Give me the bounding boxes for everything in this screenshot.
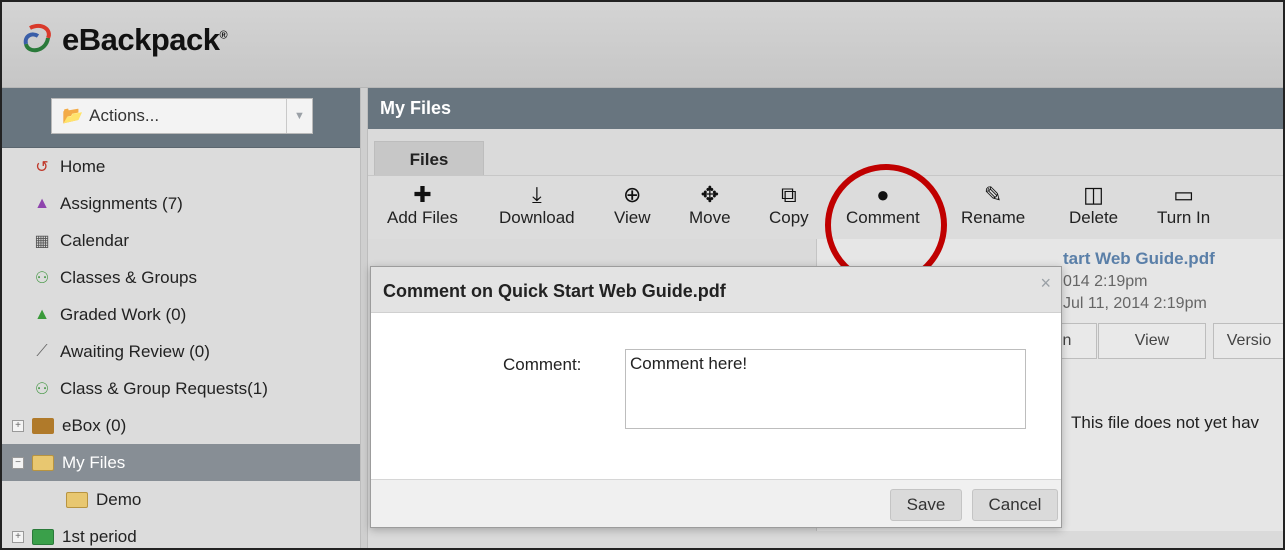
detail-created: 014 2:19pm	[1063, 273, 1148, 290]
expand-icon[interactable]: +	[12, 530, 24, 543]
dialog-header: Comment on Quick Start Web Guide.pdf ×	[371, 267, 1061, 313]
download-button[interactable]: ⤓ Download	[499, 182, 575, 228]
app-header: eBackpack®	[2, 2, 1283, 88]
actions-dropdown[interactable]: 📂 Actions... ▼	[51, 98, 313, 134]
tab-files[interactable]: Files	[374, 141, 484, 177]
tab-versions[interactable]: Versio	[1213, 323, 1283, 359]
save-button[interactable]: Save	[890, 489, 962, 521]
dialog-body: Comment: Comment here!	[371, 313, 1061, 481]
view-button[interactable]: ⊕ View	[614, 182, 651, 228]
plus-icon: ✚	[413, 182, 432, 207]
folder-icon	[66, 491, 88, 508]
move-icon: ✥	[700, 182, 719, 207]
sidebar-item-1st-period[interactable]: + 1st period	[2, 518, 360, 548]
copy-button[interactable]: ⧉ Copy	[769, 182, 809, 228]
sidebar-item-classes-groups[interactable]: ⚇ Classes & Groups	[2, 259, 360, 296]
sidebar-item-my-files[interactable]: − My Files	[2, 444, 360, 481]
sidebar: 📂 Actions... ▼ ↺ Home ▲ Assignments (7) …	[2, 88, 360, 548]
requests-icon: ⚇	[34, 380, 50, 398]
paperclip-icon: ⟋	[36, 342, 48, 360]
sidebar-top-bar: 📂 Actions... ▼	[2, 88, 360, 148]
dialog-footer: Save Cancel	[371, 479, 1061, 527]
graded-work-icon: ▲	[34, 305, 50, 323]
edit-icon: ✎	[983, 182, 1003, 207]
sidebar-item-requests[interactable]: ⚇ Class & Group Requests(1)	[2, 370, 360, 407]
download-icon: ⤓	[531, 182, 542, 207]
ebox-icon	[32, 417, 54, 434]
chevron-down-icon[interactable]: ▼	[286, 99, 312, 133]
inbox-icon: ▭	[1173, 182, 1195, 207]
comment-input[interactable]: Comment here!	[625, 349, 1026, 429]
sidebar-item-ebox[interactable]: + eBox (0)	[2, 407, 360, 444]
expand-icon[interactable]: +	[12, 419, 24, 432]
sidebar-nav: ↺ Home ▲ Assignments (7) ▦ Calendar ⚇ Cl…	[2, 148, 360, 548]
copy-icon: ⧉	[780, 182, 797, 207]
page-title: My Files	[368, 88, 1283, 129]
detail-modified: Jul 11, 2014 2:19pm	[1063, 295, 1207, 312]
folder-icon	[32, 454, 54, 471]
detail-message: This file does not yet hav	[1071, 413, 1260, 432]
detail-file-title[interactable]: tart Web Guide.pdf	[1063, 249, 1215, 269]
close-icon[interactable]: ×	[1040, 273, 1051, 294]
calendar-icon: ▦	[34, 232, 50, 250]
rename-button[interactable]: ✎ Rename	[961, 182, 1025, 228]
sidebar-item-graded-work[interactable]: ▲ Graded Work (0)	[2, 296, 360, 333]
add-files-button[interactable]: ✚ Add Files	[387, 182, 458, 228]
ebackpack-logo-icon	[23, 23, 51, 53]
folder-open-icon: 📂	[62, 106, 84, 125]
collapse-icon[interactable]: −	[12, 456, 24, 469]
sidebar-item-home[interactable]: ↺ Home	[2, 148, 360, 185]
folder-green-icon	[32, 528, 54, 545]
delete-button[interactable]: ◫ Delete	[1069, 182, 1118, 228]
dialog-title: Comment on Quick Start Web Guide.pdf	[383, 281, 726, 301]
sidebar-item-assignments[interactable]: ▲ Assignments (7)	[2, 185, 360, 222]
turn-in-button[interactable]: ▭ Turn In	[1157, 182, 1210, 228]
actions-dropdown-label: 📂 Actions...	[62, 106, 160, 125]
comment-dialog: Comment on Quick Start Web Guide.pdf × C…	[370, 266, 1062, 528]
groups-icon: ⚇	[34, 269, 50, 287]
zoom-icon: ⊕	[623, 182, 642, 207]
move-button[interactable]: ✥ Move	[689, 182, 731, 228]
sidebar-splitter[interactable]	[360, 88, 368, 548]
sidebar-item-calendar[interactable]: ▦ Calendar	[2, 222, 360, 259]
brand-name: eBackpack®	[62, 22, 228, 57]
comment-label: Comment:	[503, 355, 582, 374]
logo[interactable]: eBackpack®	[20, 22, 228, 58]
assignments-icon: ▲	[34, 194, 50, 212]
trash-icon: ◫	[1083, 182, 1104, 207]
sidebar-item-demo[interactable]: Demo	[2, 481, 360, 518]
cancel-button[interactable]: Cancel	[972, 489, 1058, 521]
sidebar-item-awaiting-review[interactable]: ⟋ Awaiting Review (0)	[2, 333, 360, 370]
tab-view[interactable]: View	[1098, 323, 1206, 359]
app-window: eBackpack® 📂 Actions... ▼ ↺ Home ▲ Assig…	[0, 0, 1285, 550]
home-logo-icon: ↺	[35, 158, 49, 176]
tab-bar: Files	[368, 129, 1283, 177]
